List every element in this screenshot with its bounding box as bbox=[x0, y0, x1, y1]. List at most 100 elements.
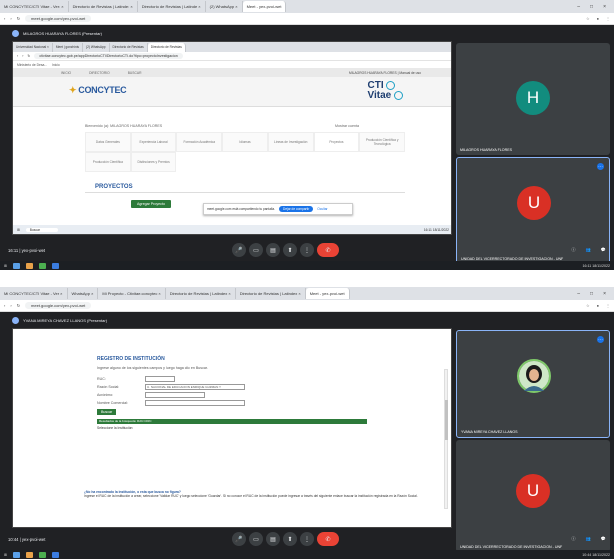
mic-icon[interactable]: 🎤 bbox=[232, 532, 246, 546]
menu-icon[interactable]: ⋮ bbox=[606, 303, 610, 308]
taskbar-search[interactable]: Buscar bbox=[25, 227, 59, 232]
maximize-icon[interactable]: □ bbox=[590, 291, 593, 297]
people-icon[interactable]: 👥 bbox=[586, 247, 591, 253]
forward-icon[interactable]: › bbox=[10, 16, 11, 21]
account-link[interactable]: Mostrar cuenta bbox=[335, 124, 359, 128]
forward-icon[interactable]: › bbox=[22, 54, 23, 58]
info-icon[interactable]: ⓘ bbox=[571, 536, 575, 542]
section-tile[interactable]: Experiencia Laboral bbox=[130, 132, 177, 152]
url-field[interactable]: meet.google.com/yex-pvoi-wet bbox=[25, 302, 92, 309]
taskbar-app-icon[interactable] bbox=[39, 262, 47, 269]
section-tile[interactable]: Líneas de Investigación bbox=[267, 132, 314, 152]
profile-icon[interactable]: ● bbox=[597, 16, 599, 21]
browser-tab[interactable]: Directorio de Revistas | Latinde × bbox=[138, 1, 206, 12]
nav-item[interactable]: INICIO bbox=[61, 71, 71, 75]
back-icon[interactable]: ‹ bbox=[4, 16, 5, 21]
more-options-icon[interactable]: ⋯ bbox=[597, 336, 604, 343]
more-icon[interactable]: ⋮ bbox=[300, 243, 314, 257]
trade-name-input[interactable] bbox=[145, 400, 245, 406]
hide-share-bar-button[interactable]: Ocultar bbox=[317, 207, 327, 211]
add-project-button[interactable]: Agregar Proyecto bbox=[131, 200, 171, 208]
present-icon[interactable]: ⬆ bbox=[283, 243, 297, 257]
url-field[interactable]: meet.google.com/yex-pvoi-wet bbox=[25, 15, 92, 22]
browser-tab[interactable]: (2) WhatsApp × bbox=[206, 1, 243, 12]
windows-start-icon[interactable]: ⊞ bbox=[4, 553, 7, 557]
maximize-icon[interactable]: □ bbox=[590, 4, 593, 10]
present-icon[interactable]: ⬆ bbox=[283, 532, 297, 546]
inner-tab[interactable]: Universidad Nacional × bbox=[13, 42, 53, 52]
chat-icon[interactable]: 💬 bbox=[601, 536, 606, 542]
minimize-icon[interactable]: – bbox=[577, 291, 580, 297]
bookmark-item[interactable]: Ministerio de Desa... bbox=[17, 63, 47, 67]
minimize-icon[interactable]: – bbox=[577, 4, 580, 10]
inner-tab[interactable]: (2) WhatsApp bbox=[83, 42, 110, 52]
browser-tab[interactable]: Directorio de Revistas | Latindex × bbox=[166, 288, 236, 299]
chat-icon[interactable]: 💬 bbox=[601, 247, 606, 253]
taskbar-app-icon[interactable] bbox=[52, 551, 60, 558]
people-icon[interactable]: 👥 bbox=[586, 536, 591, 542]
search-button[interactable]: Buscar bbox=[97, 409, 117, 415]
browser-tab[interactable]: Mi Proyecto - Ctivitae.concytec × bbox=[98, 288, 166, 299]
browser-tab-active[interactable]: Meet - yex-pvoi-wet bbox=[242, 1, 287, 12]
participant-tile-highlighted[interactable]: ⋯ YVANA MIREYA CHAVEZ LLANOS bbox=[456, 330, 610, 438]
menu-icon[interactable]: ⋮ bbox=[606, 16, 610, 21]
inner-url-field[interactable]: ctivitae.concytec.gob.pe/appDirectorioCT… bbox=[34, 53, 183, 59]
section-tile[interactable]: Formación Académica bbox=[176, 132, 223, 152]
windows-start-icon[interactable]: ⊞ bbox=[17, 228, 20, 232]
section-tile[interactable]: Datos Generales bbox=[85, 132, 131, 152]
taskbar-app-icon[interactable] bbox=[39, 551, 47, 558]
browser-tab[interactable]: Directorio de Revistas | Latinde: × bbox=[69, 1, 138, 12]
nav-item[interactable]: DIRECTORIO bbox=[89, 71, 110, 75]
browser-tab[interactable]: Directorio de Revistas | Latindex × bbox=[236, 288, 306, 299]
reload-icon[interactable]: ↻ bbox=[17, 303, 20, 308]
profile-icon[interactable]: ● bbox=[597, 303, 599, 308]
close-icon[interactable]: × bbox=[603, 4, 606, 10]
windows-start-icon[interactable]: ⊞ bbox=[4, 264, 7, 268]
info-icon[interactable]: ⓘ bbox=[571, 247, 575, 253]
section-tile[interactable]: Distinciones y Premios bbox=[130, 152, 177, 172]
back-icon[interactable]: ‹ bbox=[4, 303, 5, 308]
bookmark-item[interactable]: Inicio bbox=[52, 63, 60, 67]
taskbar-app-icon[interactable] bbox=[13, 551, 21, 558]
camera-icon[interactable]: ▭ bbox=[249, 532, 263, 546]
participant-tile[interactable]: H MILAGROS HUARAYA FLORES bbox=[456, 43, 610, 155]
end-call-button[interactable]: ✆ bbox=[317, 532, 339, 546]
more-icon[interactable]: ⋮ bbox=[300, 532, 314, 546]
inner-tab-active[interactable]: Directorio de Revistas bbox=[147, 42, 186, 52]
end-call-button[interactable]: ✆ bbox=[317, 243, 339, 257]
browser-tab[interactable]: Mi CONCYTEC/CTI Vitae - Ver: × bbox=[0, 1, 69, 12]
acronym-input[interactable] bbox=[145, 392, 205, 398]
business-name-input[interactable]: U. NACIONAL DE EDUCACION ENRIQUE GUZMAN … bbox=[145, 384, 245, 390]
close-icon[interactable]: × bbox=[603, 291, 606, 297]
extension-icon[interactable]: ☆ bbox=[586, 16, 590, 21]
forward-icon[interactable]: › bbox=[10, 303, 11, 308]
section-tile[interactable]: Producción Científica bbox=[85, 152, 131, 172]
stop-sharing-button[interactable]: Dejar de compartir bbox=[279, 206, 314, 212]
page-scrollbar[interactable] bbox=[444, 369, 448, 509]
camera-icon[interactable]: ▭ bbox=[249, 243, 263, 257]
scroll-thumb[interactable] bbox=[445, 400, 448, 440]
nav-item[interactable]: BUSCAR bbox=[128, 71, 142, 75]
extension-icon[interactable]: ☆ bbox=[586, 303, 590, 308]
ruc-input[interactable] bbox=[145, 376, 175, 382]
browser-tab[interactable]: WhatsApp × bbox=[68, 288, 99, 299]
taskbar-app-icon[interactable] bbox=[52, 262, 60, 269]
nav-user[interactable]: MILAGROS HUARAYA FLORES | Manual de uso bbox=[349, 71, 451, 75]
section-tile-active[interactable]: Proyectos bbox=[313, 132, 360, 152]
reload-icon[interactable]: ↻ bbox=[27, 54, 30, 58]
browser-tab[interactable]: Mi CONCYTEC/CTI Vitae - Ver × bbox=[0, 288, 68, 299]
more-options-icon[interactable]: ⋯ bbox=[597, 163, 604, 170]
mic-icon[interactable]: 🎤 bbox=[232, 243, 246, 257]
captions-icon[interactable]: ▤ bbox=[266, 532, 280, 546]
inner-tab[interactable]: Meet | gonzhinis bbox=[53, 42, 84, 52]
captions-icon[interactable]: ▤ bbox=[266, 243, 280, 257]
taskbar-app-icon[interactable] bbox=[26, 551, 34, 558]
back-icon[interactable]: ‹ bbox=[17, 54, 18, 58]
inner-tab[interactable]: Directorio de Revistas bbox=[110, 42, 148, 52]
browser-tab-active[interactable]: Meet - yex-pvoi-wet bbox=[305, 288, 350, 299]
taskbar-app-icon[interactable] bbox=[26, 262, 34, 269]
section-tile[interactable]: Producción Científica y Tecnológica bbox=[359, 132, 405, 152]
section-tile[interactable]: Idiomas bbox=[222, 132, 268, 152]
taskbar-app-icon[interactable] bbox=[13, 262, 21, 269]
reload-icon[interactable]: ↻ bbox=[17, 16, 20, 21]
